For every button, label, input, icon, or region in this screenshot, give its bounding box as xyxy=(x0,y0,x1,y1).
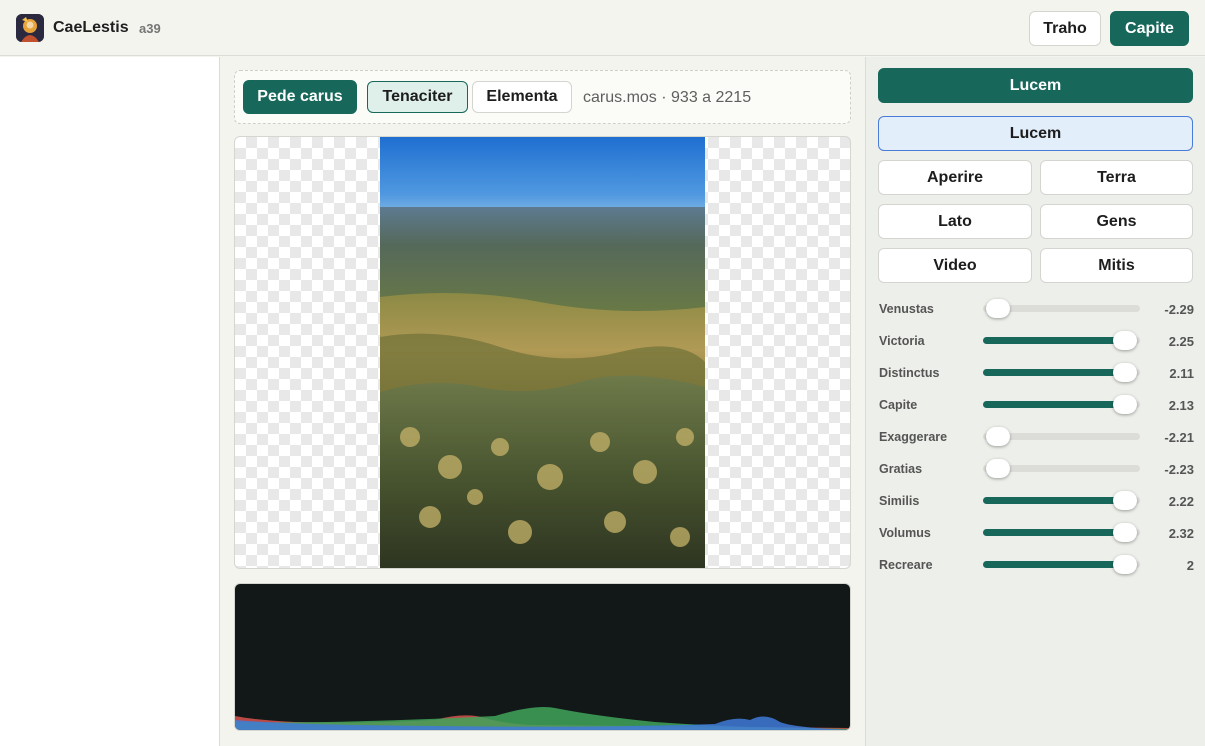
histogram xyxy=(234,583,851,731)
landscape-photo xyxy=(380,137,705,568)
slider-label: Volumus xyxy=(879,526,931,540)
slider-label: Similis xyxy=(879,494,920,508)
lucem-button[interactable]: Lucem xyxy=(878,68,1193,103)
slider-track[interactable] xyxy=(983,523,1140,542)
slider-thumb[interactable] xyxy=(986,299,1010,318)
slider-label: Victoria xyxy=(879,334,925,348)
slider-thumb[interactable] xyxy=(986,459,1010,478)
left-sidebar xyxy=(0,57,220,746)
image-toolbar: Pede carus Tenaciter Elementa carus.mos … xyxy=(234,70,851,124)
slider-value: -2.21 xyxy=(1164,430,1194,445)
pede-carus-button[interactable]: Pede carus xyxy=(243,80,357,114)
slider-thumb[interactable] xyxy=(1113,331,1137,350)
slider-fill xyxy=(983,561,1125,568)
file-info: carus.mos · 933 a 2215 xyxy=(583,89,752,106)
preset-gens[interactable]: Gens xyxy=(1040,204,1193,239)
slider-label: Recreare xyxy=(879,558,933,572)
slider-value: 2.22 xyxy=(1168,494,1194,509)
slider-thumb[interactable] xyxy=(1113,363,1137,382)
preset-video[interactable]: Video xyxy=(878,248,1032,283)
slider-label: Venustas xyxy=(879,302,934,316)
slider-volumus: Volumus 2.32 xyxy=(879,523,1194,543)
app-name: CaeLestis xyxy=(53,19,129,36)
app-version: a39 xyxy=(139,21,161,36)
slider-track[interactable] xyxy=(983,395,1140,414)
slider-value: 2.11 xyxy=(1169,366,1194,381)
slider-label: Capite xyxy=(879,398,918,412)
slider-value: -2.23 xyxy=(1164,462,1194,477)
slider-label: Gratias xyxy=(879,462,923,476)
tab-elementa[interactable]: Elementa xyxy=(472,81,572,113)
preset-terra[interactable]: Terra xyxy=(1040,160,1193,195)
app-header: CaeLestis a39 Traho Capite xyxy=(0,0,1205,56)
slider-track[interactable] xyxy=(983,299,1140,318)
slider-value: -2.29 xyxy=(1164,302,1194,317)
slider-fill xyxy=(983,337,1125,344)
slider-thumb[interactable] xyxy=(1113,555,1137,574)
slider-thumb[interactable] xyxy=(1113,523,1137,542)
slider-value: 2.13 xyxy=(1168,398,1194,413)
slider-thumb[interactable] xyxy=(986,427,1010,446)
slider-thumb[interactable] xyxy=(1113,395,1137,414)
slider-track[interactable] xyxy=(983,555,1140,574)
slider-track[interactable] xyxy=(983,363,1140,382)
preset-lato[interactable]: Lato xyxy=(878,204,1032,239)
slider-track[interactable] xyxy=(983,331,1140,350)
slider-fill xyxy=(983,529,1125,536)
slider-fill xyxy=(983,401,1125,408)
image-canvas[interactable] xyxy=(234,136,851,569)
slider-track[interactable] xyxy=(983,491,1140,510)
slider-venustas: Venustas -2.29 xyxy=(879,299,1194,319)
slider-similis: Similis 2.22 xyxy=(879,491,1194,511)
slider-gratias: Gratias -2.23 xyxy=(879,459,1194,479)
slider-capite: Capite 2.13 xyxy=(879,395,1194,415)
slider-value: 2.32 xyxy=(1168,526,1194,541)
preset-mitis[interactable]: Mitis xyxy=(1040,248,1193,283)
slider-track[interactable] xyxy=(983,427,1140,446)
slider-track[interactable] xyxy=(983,459,1140,478)
workspace: Pede carus Tenaciter Elementa carus.mos … xyxy=(220,57,865,746)
slider-recreare: Recreare 2 xyxy=(879,555,1194,575)
slider-label: Distinctus xyxy=(879,366,940,380)
slider-exaggerare: Exaggerare -2.21 xyxy=(879,427,1194,447)
slider-value: 2 xyxy=(1186,558,1194,573)
slider-label: Exaggerare xyxy=(879,430,948,444)
slider-thumb[interactable] xyxy=(1113,491,1137,510)
traho-button[interactable]: Traho xyxy=(1029,11,1101,46)
slider-victoria: Victoria 2.25 xyxy=(879,331,1194,351)
tab-tenaciter[interactable]: Tenaciter xyxy=(367,81,468,113)
lucem-preset-selected[interactable]: Lucem xyxy=(878,116,1193,151)
slider-fill xyxy=(983,369,1125,376)
app-logo xyxy=(16,14,44,42)
slider-distinctus: Distinctus 2.11 xyxy=(879,363,1194,383)
slider-value: 2.25 xyxy=(1168,334,1194,349)
capite-button[interactable]: Capite xyxy=(1110,11,1189,46)
slider-fill xyxy=(983,497,1125,504)
preset-aperire[interactable]: Aperire xyxy=(878,160,1032,195)
adjustments-panel: Lucem Lucem Aperire Terra Lato Gens Vide… xyxy=(865,57,1205,746)
